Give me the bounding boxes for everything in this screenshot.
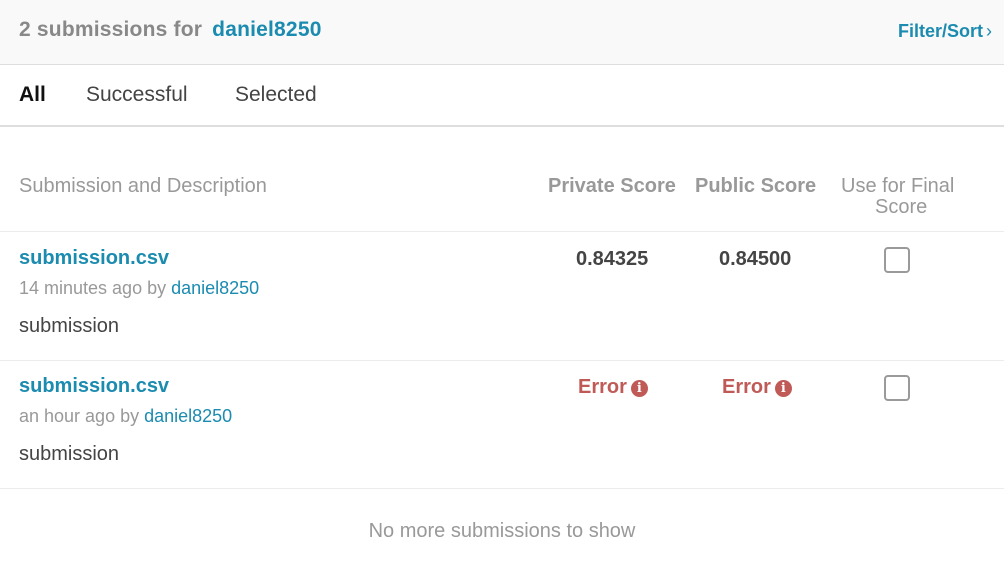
table-header: Submission and Description Private Score…: [0, 175, 1004, 232]
submissions-header: 2 submissions for daniel8250 Filter/Sort…: [0, 0, 1004, 65]
public-score-error-text: Error: [722, 376, 771, 398]
submission-meta: 14 minutes ago by daniel8250: [19, 278, 259, 299]
table-row: submission.csv an hour ago by daniel8250…: [0, 360, 1004, 489]
submission-count-text: 2 submissions for: [19, 18, 203, 41]
submission-meta: an hour ago by daniel8250: [19, 406, 232, 427]
table-row: submission.csv 14 minutes ago by daniel8…: [0, 232, 1004, 361]
submission-time: 14 minutes ago by: [19, 278, 167, 298]
submission-user-link[interactable]: daniel8250: [171, 278, 259, 298]
submission-description: submission: [19, 443, 120, 465]
submission-tabs: All Successful Selected: [0, 65, 1004, 127]
header-username-link[interactable]: daniel8250: [212, 18, 321, 41]
info-icon[interactable]: i: [774, 380, 792, 397]
submission-file-link[interactable]: submission.csv: [19, 247, 169, 270]
submission-description: submission: [19, 315, 120, 337]
column-header-public-score[interactable]: Public Score: [695, 175, 816, 198]
filter-sort-button[interactable]: Filter/Sort ›: [898, 21, 992, 42]
use-for-final-checkbox[interactable]: [884, 375, 910, 401]
tab-selected[interactable]: Selected: [235, 83, 317, 107]
column-header-submission: Submission and Description: [19, 175, 267, 197]
info-icon[interactable]: i: [630, 380, 648, 397]
submission-count: 2 submissions for daniel8250: [19, 18, 322, 42]
private-score-error-text: Error: [578, 376, 627, 398]
public-score-error: Error i: [722, 376, 792, 399]
chevron-right-icon: ›: [986, 21, 992, 41]
no-more-submissions-text: No more submissions to show: [368, 520, 636, 542]
column-header-final-line1: Use for Final: [841, 175, 955, 197]
submission-time: an hour ago by: [19, 406, 140, 426]
submission-file-link[interactable]: submission.csv: [19, 375, 169, 398]
private-score-error: Error i: [578, 376, 648, 399]
submission-user-link[interactable]: daniel8250: [144, 406, 232, 426]
filter-sort-label: Filter/Sort: [897, 21, 983, 41]
public-score: 0.84500: [719, 248, 792, 270]
column-header-private-score[interactable]: Private Score: [548, 175, 676, 198]
tab-successful[interactable]: Successful: [86, 83, 188, 107]
use-for-final-checkbox[interactable]: [884, 247, 910, 273]
column-header-final-line2: Score: [875, 196, 928, 218]
private-score: 0.84325: [576, 248, 649, 270]
tab-all[interactable]: All: [19, 83, 46, 107]
